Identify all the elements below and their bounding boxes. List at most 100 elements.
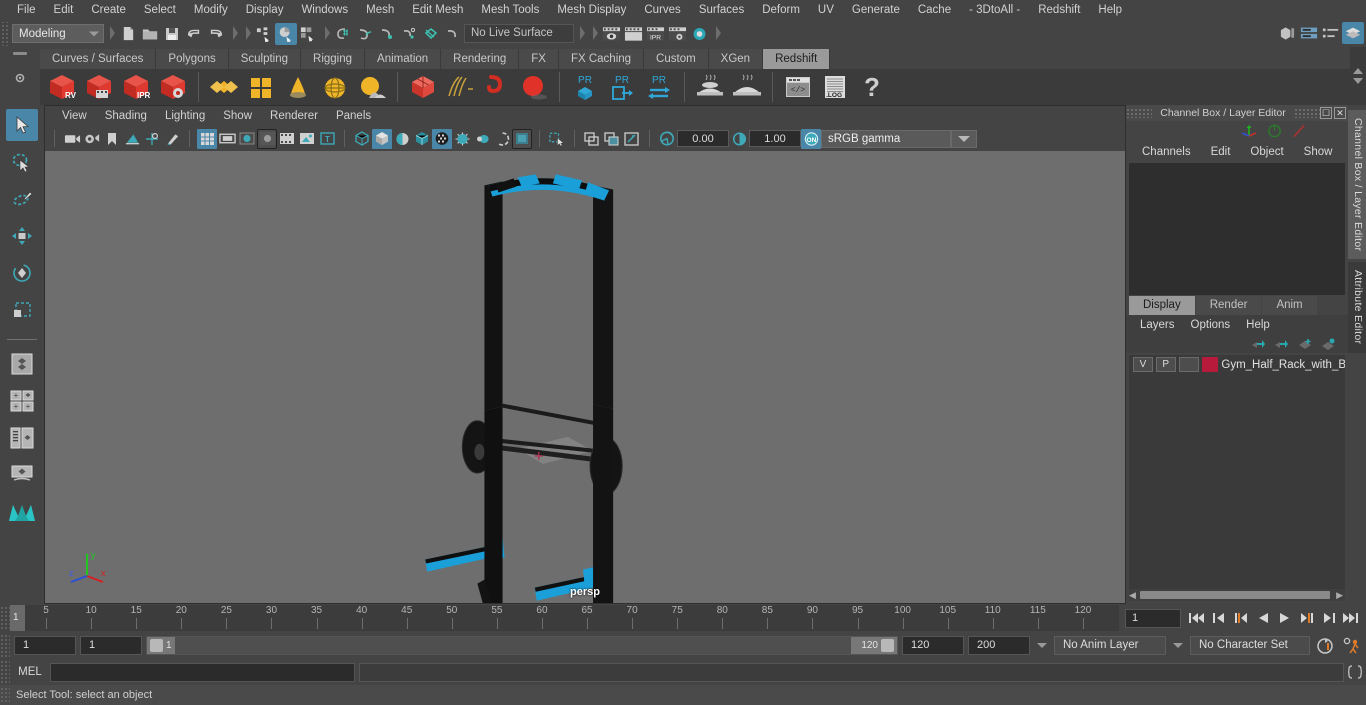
redshift-volume-icon[interactable]: [479, 70, 515, 104]
scroll-left-arrow-icon[interactable]: ◀: [1129, 590, 1136, 601]
color-management-toggle-icon[interactable]: ON: [801, 128, 821, 149]
shelf-tab-animation[interactable]: Animation: [365, 49, 442, 69]
viewport-menu-lighting[interactable]: Lighting: [156, 110, 214, 122]
layer-tab-render[interactable]: Render: [1195, 296, 1262, 315]
redshift-sphere-icon[interactable]: [516, 70, 552, 104]
multisample-icon[interactable]: [512, 128, 532, 149]
film-origin-icon[interactable]: [277, 129, 297, 149]
lasso-select-tool-button[interactable]: [6, 146, 38, 178]
menu-item-create[interactable]: Create: [82, 0, 135, 20]
scale-manip-icon[interactable]: [1291, 123, 1308, 139]
undo-icon[interactable]: [183, 23, 205, 45]
menu-item-select[interactable]: Select: [135, 0, 185, 20]
shelf-tab-redshift[interactable]: Redshift: [763, 49, 831, 69]
menu-item-mesh-tools[interactable]: Mesh Tools: [472, 0, 548, 20]
redshift-physical-sun-icon[interactable]: [354, 70, 390, 104]
safe-action-icon[interactable]: [297, 129, 317, 149]
shelf-tab-polygons[interactable]: Polygons: [156, 49, 229, 69]
select-by-object-icon[interactable]: [275, 22, 297, 45]
xray-joints-icon[interactable]: [602, 129, 622, 149]
menu-item-file[interactable]: File: [8, 0, 45, 20]
shelf-scroll-arrows[interactable]: [1350, 47, 1366, 105]
show-hide-channel-box-icon[interactable]: [1342, 22, 1364, 44]
sidetab-attribute-editor[interactable]: Attribute Editor: [1348, 262, 1366, 353]
quick-layout-single-icon[interactable]: [6, 348, 38, 380]
auto-key-icon[interactable]: [1314, 637, 1336, 655]
toolbar-separator-5[interactable]: [577, 25, 585, 42]
menu-item-mesh[interactable]: Mesh: [357, 0, 403, 20]
shadows-icon[interactable]: [452, 129, 472, 149]
redshift-pr-transfer-icon[interactable]: PR: [641, 70, 677, 104]
channel-box-menu-show[interactable]: Show: [1294, 146, 1343, 158]
play-forwards-icon[interactable]: [1275, 608, 1294, 628]
anim-layer-caret-icon[interactable]: [1037, 643, 1047, 648]
time-ruler[interactable]: 1 5 10 15 20 25 30 35 40 45 50 55 60 65 70 75 80 85 90 95 1…: [10, 605, 1119, 631]
rotate-manip-icon[interactable]: [1266, 123, 1283, 139]
select-camera-icon[interactable]: [62, 129, 82, 149]
color-management-field[interactable]: sRGB gamma: [821, 129, 951, 148]
step-forward-frame-icon[interactable]: [1297, 608, 1316, 628]
range-slider-grip[interactable]: [0, 633, 10, 658]
layer-menu-options[interactable]: Options: [1183, 319, 1239, 331]
create-new-layer-icon[interactable]: [1297, 338, 1313, 351]
shelf-scroll-down-icon[interactable]: [1353, 78, 1363, 84]
bookmark-icon[interactable]: [102, 129, 122, 149]
redshift-help-icon[interactable]: ?: [854, 70, 890, 104]
textured-icon[interactable]: [412, 129, 432, 149]
menu-item-help[interactable]: Help: [1089, 0, 1131, 20]
hypershade-icon[interactable]: [688, 23, 710, 45]
menu-item-display[interactable]: Display: [237, 0, 293, 20]
show-hide-modeling-toolkit-icon[interactable]: [1276, 22, 1298, 44]
sidetab-channel-box-layer-editor[interactable]: Channel Box / Layer Editor: [1348, 110, 1366, 260]
panel-drag-dots-2[interactable]: [1294, 108, 1320, 118]
select-by-hierarchy-icon[interactable]: [253, 23, 275, 45]
status-line-grip[interactable]: [0, 21, 10, 46]
toolbar-separator-3[interactable]: [243, 25, 251, 42]
menu-item-edit[interactable]: Edit: [45, 0, 83, 20]
command-input[interactable]: [50, 662, 355, 682]
gym-half-rack-model[interactable]: [45, 151, 1125, 603]
snap-to-view-plane-icon[interactable]: [420, 23, 442, 45]
move-layer-down-icon[interactable]: [1274, 338, 1290, 351]
menu-item-3dtoall[interactable]: - 3DtoAll -: [960, 0, 1029, 20]
shelf-collapse-icon[interactable]: [13, 52, 27, 55]
redshift-hair-icon[interactable]: [442, 70, 478, 104]
render-view-icon[interactable]: [600, 23, 622, 45]
snap-to-grid-icon[interactable]: [332, 23, 354, 45]
gate-mask-icon[interactable]: [257, 128, 277, 149]
shelf-tab-sculpting[interactable]: Sculpting: [228, 49, 302, 69]
redshift-quad-light-icon[interactable]: [243, 70, 279, 104]
range-start-field[interactable]: 1: [80, 636, 142, 655]
select-tool-button[interactable]: [6, 109, 38, 141]
redshift-render-sequence-icon[interactable]: [81, 70, 117, 104]
scrollbar-thumb[interactable]: [1139, 591, 1330, 599]
time-slider-grip[interactable]: [0, 606, 10, 630]
layer-row[interactable]: V P Gym_Half_Rack_with_B: [1129, 355, 1345, 374]
live-surface-field[interactable]: No Live Surface: [464, 24, 574, 43]
range-track[interactable]: 1 120: [146, 636, 898, 655]
snap-to-point-icon[interactable]: [376, 23, 398, 45]
move-layer-up-icon[interactable]: [1251, 338, 1267, 351]
redshift-pr-export-icon[interactable]: PR: [604, 70, 640, 104]
3d-viewport[interactable]: y x z persp: [45, 151, 1125, 603]
2d-pan-zoom-icon[interactable]: [142, 129, 162, 149]
ipr-render-icon[interactable]: IPR: [644, 23, 666, 45]
viewport-menu-view[interactable]: View: [53, 110, 96, 122]
grease-pencil-icon[interactable]: [162, 129, 182, 149]
menu-item-generate[interactable]: Generate: [843, 0, 909, 20]
make-live-icon[interactable]: [442, 23, 464, 45]
use-default-material-icon[interactable]: [392, 129, 412, 149]
viewport-menu-shading[interactable]: Shading: [96, 110, 156, 122]
transform-axes-icon[interactable]: [1240, 123, 1258, 139]
rotate-tool-button[interactable]: [6, 257, 38, 289]
script-editor-icon[interactable]: [1344, 664, 1366, 680]
layer-menu-help[interactable]: Help: [1238, 319, 1278, 331]
shelf-tab-rendering[interactable]: Rendering: [441, 49, 520, 69]
character-set-caret-icon[interactable]: [1173, 643, 1183, 648]
redshift-bake-1-icon[interactable]: [692, 70, 728, 104]
save-scene-icon[interactable]: [161, 23, 183, 45]
render-settings-icon[interactable]: [666, 23, 688, 45]
move-tool-button[interactable]: [6, 220, 38, 252]
menu-item-mesh-display[interactable]: Mesh Display: [548, 0, 635, 20]
range-left-grip[interactable]: [150, 639, 163, 652]
